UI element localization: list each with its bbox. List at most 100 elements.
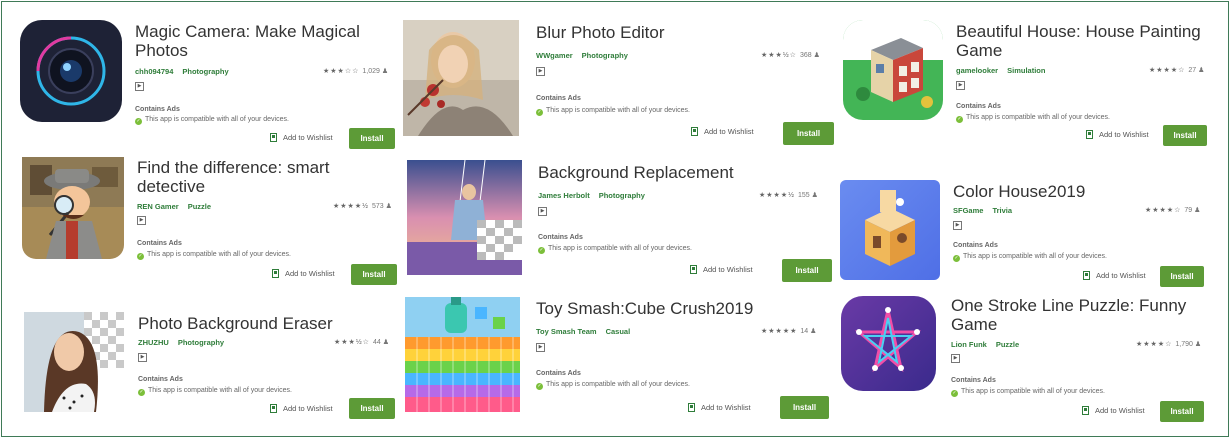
rating-count: 1,029	[362, 68, 380, 75]
developer-link[interactable]: gamelooker	[956, 66, 998, 75]
developer-link[interactable]: SFGame	[953, 206, 983, 215]
app-title[interactable]: One Stroke Line Puzzle: Funny Game	[951, 296, 1186, 334]
check-icon: ✓	[138, 389, 145, 396]
bookmark-icon	[272, 269, 279, 278]
contains-ads-label: Contains Ads	[536, 95, 581, 102]
contains-ads-label: Contains Ads	[138, 376, 183, 383]
app-card-photo-background-eraser[interactable]: Photo Background Eraser ZHUZHU Photograph…	[24, 312, 400, 422]
developer-link[interactable]: ZHUZHU	[138, 338, 169, 347]
ad-badge-icon: ▶	[137, 216, 146, 225]
app-card-find-the-difference[interactable]: Find the difference: smart detective REN …	[22, 157, 400, 287]
app-card-beautiful-house[interactable]: Beautiful House: House Painting Game game…	[843, 20, 1213, 150]
developer-link[interactable]: Lion Funk	[951, 340, 987, 349]
app-card-color-house-2019[interactable]: Color House2019 SFGame Trivia ★★★★☆ 79 ♟ ▶…	[840, 180, 1215, 290]
add-to-wishlist-button[interactable]: Add to Wishlist	[270, 404, 333, 413]
developer-link[interactable]: chh094794	[135, 67, 173, 76]
app-card-one-stroke-line-puzzle[interactable]: One Stroke Line Puzzle: Funny Game Lion F…	[841, 296, 1216, 426]
install-button[interactable]: Install	[351, 264, 397, 285]
add-to-wishlist-button[interactable]: Add to Wishlist	[272, 269, 335, 278]
app-title[interactable]: Background Replacement	[538, 163, 734, 182]
magic-camera-app-icon[interactable]	[20, 20, 122, 122]
app-title[interactable]: Beautiful House: House Painting Game	[956, 22, 1201, 60]
app-meta: Toy Smash Team Casual	[536, 327, 630, 336]
compat-message: ✓ This app is compatible with all of your…	[953, 253, 1107, 262]
add-to-wishlist-button[interactable]: Add to Wishlist	[1082, 406, 1145, 415]
app-meta: James Herbolt Photography	[538, 191, 645, 200]
rating-stars: ★★★½☆	[334, 339, 370, 346]
person-icon: ♟	[1194, 341, 1202, 348]
app-title[interactable]: Toy Smash:Cube Crush2019	[536, 299, 753, 318]
background-replacement-app-icon[interactable]	[407, 160, 522, 275]
beautiful-house-app-icon[interactable]	[843, 20, 943, 120]
category-link[interactable]: Trivia	[992, 206, 1012, 215]
ad-badge-icon: ▶	[135, 82, 144, 91]
app-meta: ZHUZHU Photography	[138, 338, 224, 347]
app-card-toy-smash[interactable]: Toy Smash:Cube Crush2019 Toy Smash Team C…	[405, 297, 835, 419]
developer-link[interactable]: WWgamer	[536, 51, 573, 60]
app-card-background-replacement[interactable]: Background Replacement James Herbolt Phot…	[407, 160, 837, 290]
developer-link[interactable]: Toy Smash Team	[536, 327, 597, 336]
install-button[interactable]: Install	[780, 396, 829, 419]
install-button[interactable]: Install	[349, 128, 395, 149]
bookmark-icon	[688, 403, 695, 412]
person-icon: ♟	[382, 339, 389, 346]
install-button[interactable]: Install	[349, 398, 395, 419]
app-title[interactable]: Color House2019	[953, 182, 1085, 201]
person-icon: ♟	[811, 192, 818, 199]
add-to-wishlist-button[interactable]: Add to Wishlist	[270, 133, 333, 142]
check-icon: ✓	[135, 118, 142, 125]
app-title[interactable]: Photo Background Eraser	[138, 314, 333, 333]
rating-count: 79	[1184, 207, 1193, 214]
rating-stars: ★★★★½	[759, 192, 795, 199]
photo-background-eraser-app-icon[interactable]	[24, 312, 124, 412]
install-button[interactable]: Install	[783, 122, 834, 145]
ad-badge-icon: ▶	[538, 207, 547, 216]
blur-photo-editor-app-icon[interactable]	[403, 20, 519, 136]
app-meta: gamelooker Simulation	[956, 66, 1045, 75]
category-link[interactable]: Photography	[178, 338, 224, 347]
rating-count: 44	[372, 339, 381, 346]
category-link[interactable]: Photography	[582, 51, 628, 60]
install-button[interactable]: Install	[1160, 401, 1204, 422]
bookmark-icon	[690, 265, 697, 274]
rating: ★★★½☆ 44 ♟	[334, 338, 389, 346]
category-link[interactable]: Casual	[606, 327, 631, 336]
category-link[interactable]: Photography	[182, 67, 228, 76]
app-card-magic-camera[interactable]: Magic Camera: Make Magical Photos chh0947…	[20, 20, 400, 150]
find-the-difference-app-icon[interactable]	[22, 157, 124, 259]
add-to-wishlist-button[interactable]: Add to Wishlist	[1083, 271, 1146, 280]
toy-smash-app-icon[interactable]	[405, 297, 520, 412]
rating-stars: ★★★☆☆	[323, 68, 360, 75]
bookmark-icon	[1083, 271, 1090, 280]
app-card-blur-photo-editor[interactable]: Blur Photo Editor WWgamer Photography ★★★…	[403, 20, 838, 150]
color-house-app-icon[interactable]	[840, 180, 940, 280]
category-link[interactable]: Puzzle	[996, 340, 1019, 349]
add-to-wishlist-button[interactable]: Add to Wishlist	[688, 403, 751, 412]
person-icon: ♟	[1194, 207, 1201, 214]
install-button[interactable]: Install	[1163, 125, 1207, 146]
install-button[interactable]: Install	[1160, 266, 1204, 287]
install-button[interactable]: Install	[782, 259, 832, 282]
contains-ads-label: Contains Ads	[137, 240, 182, 247]
rating: ★★★☆☆ 1,029 ♟	[323, 67, 388, 75]
ad-badge-icon: ▶	[956, 81, 965, 90]
rating-stars: ★★★★★	[761, 328, 798, 335]
check-icon: ✓	[953, 255, 960, 262]
check-icon: ✓	[956, 116, 963, 123]
one-stroke-line-puzzle-app-icon[interactable]	[841, 296, 936, 391]
rating-stars: ★★★★☆	[1149, 67, 1186, 74]
app-title[interactable]: Magic Camera: Make Magical Photos	[135, 22, 360, 60]
add-to-wishlist-button[interactable]: Add to Wishlist	[1086, 130, 1149, 139]
bookmark-icon	[1086, 130, 1093, 139]
developer-link[interactable]: James Herbolt	[538, 191, 590, 200]
add-to-wishlist-button[interactable]: Add to Wishlist	[690, 265, 753, 274]
add-to-wishlist-button[interactable]: Add to Wishlist	[691, 127, 754, 136]
compat-message: ✓ This app is compatible with all of your…	[536, 381, 690, 390]
app-title[interactable]: Find the difference: smart detective	[137, 158, 329, 196]
app-title[interactable]: Blur Photo Editor	[536, 23, 665, 42]
check-icon: ✓	[951, 390, 958, 397]
developer-link[interactable]: REN Gamer	[137, 202, 179, 211]
category-link[interactable]: Simulation	[1007, 66, 1045, 75]
category-link[interactable]: Photography	[599, 191, 645, 200]
category-link[interactable]: Puzzle	[188, 202, 211, 211]
